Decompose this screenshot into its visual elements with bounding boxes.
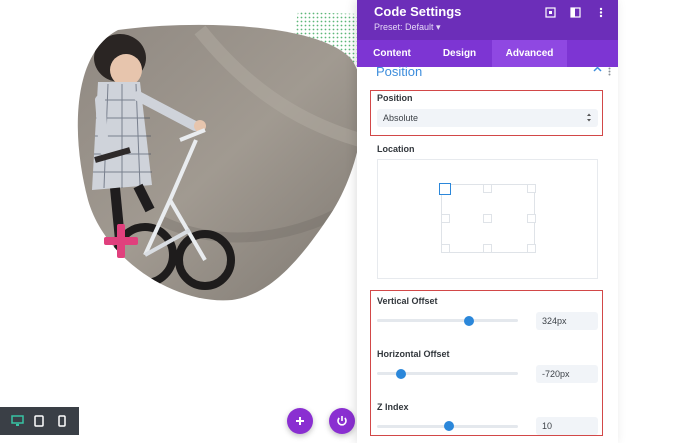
preset-dropdown[interactable]: Preset: Default ▾ xyxy=(374,22,441,33)
horizontal-offset-thumb[interactable] xyxy=(395,369,406,379)
vertical-offset-thumb[interactable] xyxy=(463,316,474,326)
vertical-offset-slider[interactable] xyxy=(377,319,518,322)
location-top-right[interactable] xyxy=(527,184,536,193)
horizontal-offset-input[interactable]: -720px xyxy=(536,365,598,383)
z-index-thumb[interactable] xyxy=(443,421,454,431)
z-index-input[interactable]: 10 xyxy=(536,417,598,435)
chevron-up-icon[interactable] xyxy=(593,66,602,72)
tab-content[interactable]: Content xyxy=(357,40,427,67)
location-bottom-center[interactable] xyxy=(483,244,492,253)
panel-header: Code Settings Preset: Default ▾ xyxy=(357,0,618,40)
location-center-left[interactable] xyxy=(441,214,450,223)
tab-advanced[interactable]: Advanced xyxy=(492,40,567,67)
horizontal-offset-label: Horizontal Offset xyxy=(377,349,450,359)
location-center[interactable] xyxy=(483,214,492,223)
z-index-label: Z Index xyxy=(377,402,409,412)
device-mode-toolbar xyxy=(0,407,79,435)
more-vertical-icon[interactable] xyxy=(593,5,608,20)
tablet-icon[interactable] xyxy=(31,413,47,429)
location-top-center[interactable] xyxy=(483,184,492,193)
section-title: Position xyxy=(376,64,423,79)
position-highlight-box xyxy=(370,90,603,136)
location-center-right[interactable] xyxy=(527,214,536,223)
position-section-header[interactable]: Position xyxy=(357,64,618,85)
location-bottom-right[interactable] xyxy=(527,244,536,253)
phone-icon[interactable] xyxy=(54,413,70,429)
location-label: Location xyxy=(377,144,415,154)
plus-decoration-icon xyxy=(104,224,138,258)
power-button[interactable] xyxy=(329,408,355,434)
sidebar-toggle-icon[interactable] xyxy=(568,5,583,20)
tab-design[interactable]: Design xyxy=(427,40,492,67)
power-icon xyxy=(337,416,347,426)
target-icon[interactable] xyxy=(543,5,558,20)
vertical-offset-label: Vertical Offset xyxy=(377,296,438,306)
add-module-button[interactable] xyxy=(287,408,313,434)
settings-tabs: Content Design Advanced xyxy=(357,40,618,67)
location-top-left[interactable] xyxy=(439,183,451,195)
desktop-icon[interactable] xyxy=(9,413,25,429)
vertical-offset-input[interactable]: 324px xyxy=(536,312,598,330)
location-bottom-left[interactable] xyxy=(441,244,450,253)
panel-title: Code Settings xyxy=(374,4,462,19)
section-more-icon[interactable] xyxy=(608,67,611,76)
plus-icon xyxy=(296,417,304,425)
